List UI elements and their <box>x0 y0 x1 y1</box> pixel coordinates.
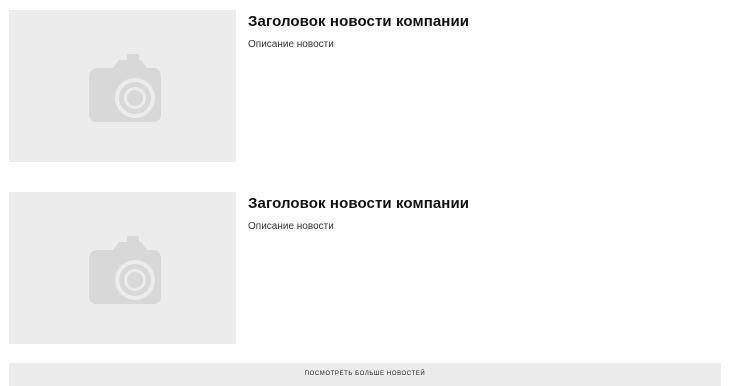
news-item[interactable]: Заголовок новости компании Описание ново… <box>9 192 721 344</box>
camera-icon <box>89 54 161 122</box>
news-item[interactable]: Заголовок новости компании Описание ново… <box>9 10 721 162</box>
news-title[interactable]: Заголовок новости компании <box>248 195 469 212</box>
news-description: Описание новости <box>248 221 334 232</box>
news-list: Заголовок новости компании Описание ново… <box>0 0 729 386</box>
news-description: Описание новости <box>248 39 334 50</box>
show-more-news-button[interactable]: посмотреть больше новостей <box>9 363 721 386</box>
news-image-placeholder[interactable] <box>9 192 236 344</box>
news-title[interactable]: Заголовок новости компании <box>248 13 469 30</box>
news-image-placeholder[interactable] <box>9 10 236 162</box>
camera-icon <box>89 236 161 304</box>
